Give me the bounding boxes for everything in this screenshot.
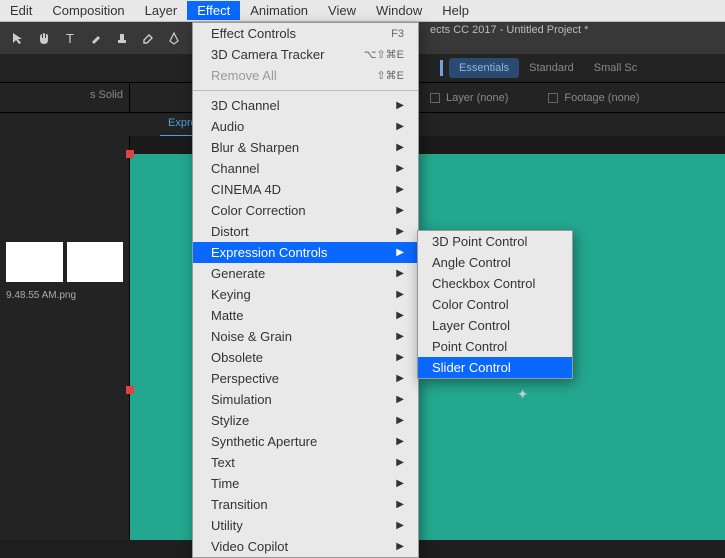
menu-item-matte[interactable]: Matte▶ [193,305,418,326]
submenu-arrow-icon: ▶ [396,226,404,237]
submenu-arrow-icon: ▶ [396,457,404,468]
menu-item-stylize[interactable]: Stylize▶ [193,410,418,431]
submenu-item-layer-control[interactable]: Layer Control [418,315,572,336]
submenu-arrow-icon: ▶ [396,100,404,111]
square-icon [430,93,440,103]
menu-item-remove-all: Remove All⇧⌘E [193,65,418,86]
project-thumbnail[interactable] [67,242,124,282]
pointer-icon[interactable] [6,26,30,50]
workspace-standard[interactable]: Standard [519,58,584,78]
submenu-item-angle-control[interactable]: Angle Control [418,252,572,273]
menu-item-keying[interactable]: Keying▶ [193,284,418,305]
submenu-arrow-icon: ▶ [396,541,404,552]
layer-label: Layer (none) [446,92,508,104]
layer-panel-tab[interactable]: Layer (none) [430,92,508,104]
menu-item-text[interactable]: Text▶ [193,452,418,473]
menu-item-3d-camera-tracker[interactable]: 3D Camera Tracker⌥⇧⌘E [193,44,418,65]
submenu-arrow-icon: ▶ [396,520,404,531]
text-icon[interactable]: T [58,26,82,50]
submenu-arrow-icon: ▶ [396,205,404,216]
submenu-item-point-control[interactable]: Point Control [418,336,572,357]
submenu-arrow-icon: ▶ [396,289,404,300]
menu-item-time[interactable]: Time▶ [193,473,418,494]
menu-item-blur-sharpen[interactable]: Blur & Sharpen▶ [193,137,418,158]
menu-item-perspective[interactable]: Perspective▶ [193,368,418,389]
submenu-arrow-icon: ▶ [396,163,404,174]
submenu-arrow-icon: ▶ [396,352,404,363]
transform-handle[interactable] [126,386,134,394]
menu-item-obsolete[interactable]: Obsolete▶ [193,347,418,368]
footage-label: Footage (none) [564,92,639,104]
submenu-arrow-icon: ▶ [396,310,404,321]
window-title: ects CC 2017 - Untitled Project * [430,24,588,36]
brush-icon[interactable] [84,26,108,50]
submenu-arrow-icon: ▶ [396,331,404,342]
menu-window[interactable]: Window [366,1,432,20]
submenu-arrow-icon: ▶ [396,121,404,132]
menu-item-audio[interactable]: Audio▶ [193,116,418,137]
submenu-arrow-icon: ▶ [396,478,404,489]
submenu-item-slider-control[interactable]: Slider Control [418,357,572,378]
submenu-arrow-icon: ▶ [396,184,404,195]
menu-item-generate[interactable]: Generate▶ [193,263,418,284]
submenu-arrow-icon: ▶ [396,247,404,258]
menu-animation[interactable]: Animation [240,1,318,20]
menu-item-synthetic-aperture[interactable]: Synthetic Aperture▶ [193,431,418,452]
menu-edit[interactable]: Edit [0,1,42,20]
submenu-arrow-icon: ▶ [396,415,404,426]
menu-item-video-copilot[interactable]: Video Copilot▶ [193,536,418,557]
menu-help[interactable]: Help [432,1,479,20]
menu-separator [193,90,418,91]
project-panel: 9.48.55 AM.png [0,136,130,540]
menu-item-noise-grain[interactable]: Noise & Grain▶ [193,326,418,347]
svg-text:T: T [66,31,74,45]
effect-menu: Effect ControlsF3 3D Camera Tracker⌥⇧⌘E … [192,22,419,558]
submenu-arrow-icon: ▶ [396,394,404,405]
submenu-item-checkbox-control[interactable]: Checkbox Control [418,273,572,294]
menu-composition[interactable]: Composition [42,1,134,20]
menu-item-expression-controls[interactable]: Expression Controls▶ [193,242,418,263]
project-thumbnail[interactable] [6,242,63,282]
submenu-arrow-icon: ▶ [396,142,404,153]
footage-panel-tab[interactable]: Footage (none) [548,92,639,104]
submenu-arrow-icon: ▶ [396,436,404,447]
workspace-essentials[interactable]: Essentials [449,58,519,78]
menu-item-utility[interactable]: Utility▶ [193,515,418,536]
submenu-item-3d-point-control[interactable]: 3D Point Control [418,231,572,252]
menu-item-3d-channel[interactable]: 3D Channel▶ [193,95,418,116]
menu-bar: Edit Composition Layer Effect Animation … [0,0,725,22]
eraser-icon[interactable] [136,26,160,50]
workspace-accent [440,60,443,76]
menu-item-distort[interactable]: Distort▶ [193,221,418,242]
project-item-label[interactable]: 9.48.55 AM.png [4,288,125,303]
workspace-small[interactable]: Small Sc [584,58,647,78]
menu-item-effect-controls[interactable]: Effect ControlsF3 [193,23,418,44]
pen-icon[interactable] [162,26,186,50]
menu-effect[interactable]: Effect [187,1,240,20]
submenu-arrow-icon: ▶ [396,499,404,510]
stamp-icon[interactable] [110,26,134,50]
menu-item-transition[interactable]: Transition▶ [193,494,418,515]
menu-item-color-correction[interactable]: Color Correction▶ [193,200,418,221]
menu-item-simulation[interactable]: Simulation▶ [193,389,418,410]
submenu-arrow-icon: ▶ [396,373,404,384]
anchor-point-icon[interactable]: ✦ [517,386,529,403]
square-icon [548,93,558,103]
menu-layer[interactable]: Layer [135,1,188,20]
hand-icon[interactable] [32,26,56,50]
menu-view[interactable]: View [318,1,366,20]
submenu-item-color-control[interactable]: Color Control [418,294,572,315]
submenu-arrow-icon: ▶ [396,268,404,279]
menu-item-cinema-4d[interactable]: CINEMA 4D▶ [193,179,418,200]
expression-controls-submenu: 3D Point ControlAngle ControlCheckbox Co… [417,230,573,379]
menu-item-channel[interactable]: Channel▶ [193,158,418,179]
left-panel-label: s Solid [0,83,130,112]
transform-handle[interactable] [126,150,134,158]
